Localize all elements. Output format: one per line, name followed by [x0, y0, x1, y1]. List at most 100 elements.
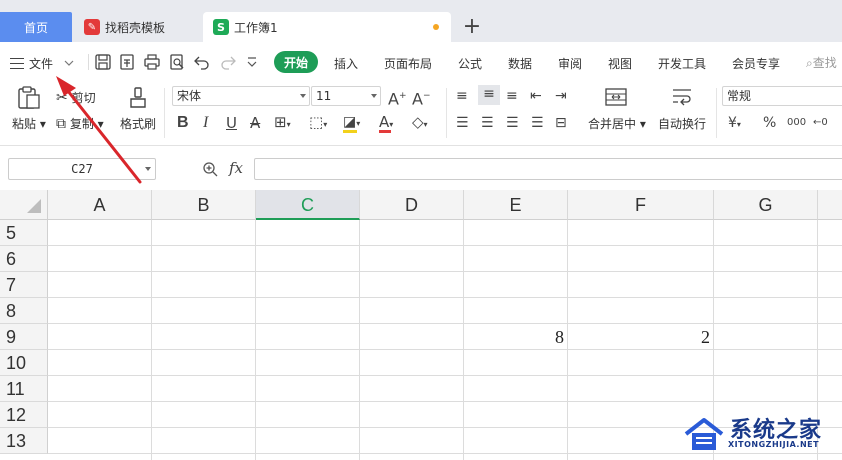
number-format-value: 常规 — [727, 89, 752, 103]
tab-template[interactable]: ✎ 找稻壳模板 — [76, 12, 200, 42]
docer-icon: ✎ — [84, 19, 100, 35]
select-all-corner[interactable] — [0, 190, 48, 220]
ribbon-toolbar: 粘贴 ▾ ✂ 剪切 ⧉ 复制 ▾ 格式刷 宋体 11 A+ A− B I U A… — [0, 82, 842, 146]
column-header-f[interactable]: F — [568, 190, 714, 220]
paste-icon[interactable] — [16, 86, 42, 110]
align-top-icon[interactable]: ≡ — [456, 87, 468, 105]
align-left-icon[interactable]: ☰ — [456, 114, 469, 132]
align-center-icon[interactable]: ☰ — [481, 114, 494, 132]
row-header-6[interactable]: 6 — [0, 246, 48, 272]
decrease-indent-icon[interactable]: ⇤ — [530, 87, 542, 105]
increase-indent-icon[interactable]: ⇥ — [555, 87, 567, 105]
unsaved-dot-icon — [433, 24, 439, 30]
justify-icon[interactable]: ☰ — [531, 114, 544, 132]
tab-workbook[interactable]: S 工作簿1 — [203, 12, 451, 42]
merge-center-button[interactable]: 合并居中 ▾ — [588, 115, 646, 132]
menu-page-layout-tab[interactable]: 页面布局 — [384, 55, 432, 72]
font-size-select[interactable]: 11 — [311, 86, 381, 106]
scissors-icon: ✂ — [56, 90, 68, 106]
column-header-h[interactable] — [818, 190, 842, 220]
copy-icon: ⧉ — [56, 116, 66, 132]
row-header-11[interactable]: 11 — [0, 376, 48, 402]
align-bottom-icon[interactable]: ≡ — [506, 87, 518, 105]
align-middle-icon[interactable]: ≡ — [478, 85, 500, 105]
bold-icon[interactable]: B — [177, 114, 189, 132]
column-header-g[interactable]: G — [714, 190, 818, 220]
border-icon[interactable]: ⊞▾ — [274, 113, 291, 134]
align-right-icon[interactable]: ☰ — [506, 114, 519, 132]
menu-developer-tab[interactable]: 开发工具 — [658, 55, 706, 72]
tab-home[interactable]: 首页 — [0, 12, 72, 42]
fill-color-icon[interactable]: ◪▾ — [343, 113, 360, 133]
font-size-value: 11 — [316, 89, 332, 103]
font-name-select[interactable]: 宋体 — [172, 86, 310, 106]
currency-symbol: ¥ — [728, 115, 737, 131]
print-preview-icon[interactable] — [168, 53, 186, 71]
paste-button[interactable]: 粘贴 ▾ — [12, 115, 46, 132]
menu-view-tab[interactable]: 视图 — [608, 55, 632, 72]
increase-font-icon[interactable]: A+ — [388, 87, 407, 108]
undo-icon[interactable] — [193, 53, 211, 71]
menu-data-tab[interactable]: 数据 — [508, 55, 532, 72]
row-header-9[interactable]: 9 — [0, 324, 48, 350]
fx-icon[interactable]: fx — [229, 159, 243, 177]
decrease-font-icon[interactable]: A− — [412, 87, 431, 108]
column-header-e[interactable]: E — [464, 190, 568, 220]
strikethrough-icon[interactable]: A — [250, 114, 260, 132]
cell-e9[interactable]: 8 — [464, 324, 564, 350]
column-header-a[interactable]: A — [48, 190, 152, 220]
merge-center-label: 合并居中 — [588, 117, 637, 131]
tab-bar: 首页 ✎ 找稻壳模板 S 工作簿1 + — [0, 0, 842, 42]
row-header-13[interactable]: 13 — [0, 428, 48, 454]
auto-wrap-icon[interactable] — [670, 86, 694, 108]
row-header-7[interactable]: 7 — [0, 272, 48, 298]
number-format-select[interactable]: 常规 — [722, 86, 842, 106]
column-header-b[interactable]: B — [152, 190, 256, 220]
column-header-d[interactable]: D — [360, 190, 464, 220]
name-box[interactable]: C27 — [8, 158, 156, 180]
export-pdf-icon[interactable] — [118, 53, 136, 71]
menu-formula-tab[interactable]: 公式 — [458, 55, 482, 72]
cut-button[interactable]: ✂ 剪切 — [56, 89, 96, 106]
thousands-separator-icon[interactable]: 000 — [787, 114, 806, 132]
menu-review-tab[interactable]: 审阅 — [558, 55, 582, 72]
menu-search[interactable]: ⌕查找 — [806, 54, 837, 71]
row-header-8[interactable]: 8 — [0, 298, 48, 324]
underline-icon[interactable]: U — [226, 114, 237, 132]
cell-f9[interactable]: 2 — [568, 324, 710, 350]
format-painter-icon[interactable] — [128, 86, 148, 110]
font-name-value: 宋体 — [177, 89, 202, 103]
house-logo-icon — [684, 418, 724, 450]
row-header-12[interactable]: 12 — [0, 402, 48, 428]
column-header-c[interactable]: C — [256, 190, 360, 220]
zoom-function-icon[interactable] — [202, 161, 218, 177]
redo-icon[interactable] — [219, 53, 237, 71]
save-icon[interactable] — [94, 53, 112, 71]
menu-member-tab[interactable]: 会员专享 — [732, 55, 780, 72]
currency-icon[interactable]: ¥▾ — [728, 114, 741, 134]
row-header-10[interactable]: 10 — [0, 350, 48, 376]
fill-pattern-icon[interactable]: ⬚▾ — [309, 113, 327, 134]
auto-wrap-label[interactable]: 自动换行 — [658, 115, 706, 132]
tab-template-label: 找稻壳模板 — [105, 20, 166, 35]
new-tab-button[interactable]: + — [460, 14, 484, 40]
menu-start-tab[interactable]: 开始 — [274, 51, 318, 73]
tab-home-label: 首页 — [23, 20, 48, 35]
file-menu-button[interactable]: 文件 — [10, 52, 74, 74]
print-icon[interactable] — [143, 53, 161, 71]
formula-input[interactable] — [254, 158, 842, 180]
merge-center-icon[interactable] — [604, 86, 628, 108]
font-color-icon[interactable]: A▾ — [379, 113, 393, 134]
menu-insert-tab[interactable]: 插入 — [334, 55, 358, 72]
menu-bar: 文件 开始 插入 页面布局 公式 数据 审阅 视图 开发工具 会员专享 ⌕查找 — [0, 42, 842, 82]
decimal-places-icon[interactable]: ←0 — [813, 114, 828, 132]
row-header-5[interactable]: 5 — [0, 220, 48, 246]
italic-icon[interactable]: I — [203, 114, 208, 132]
distributed-align-icon[interactable]: ⊟ — [555, 114, 567, 132]
clear-format-icon[interactable]: ◇▾ — [412, 113, 428, 134]
percent-icon[interactable]: % — [763, 114, 776, 132]
search-icon: ⌕ — [806, 56, 813, 70]
quick-access-more-icon[interactable] — [246, 55, 258, 69]
format-painter-label[interactable]: 格式刷 — [120, 115, 156, 132]
copy-button[interactable]: ⧉ 复制 ▾ — [56, 115, 104, 132]
